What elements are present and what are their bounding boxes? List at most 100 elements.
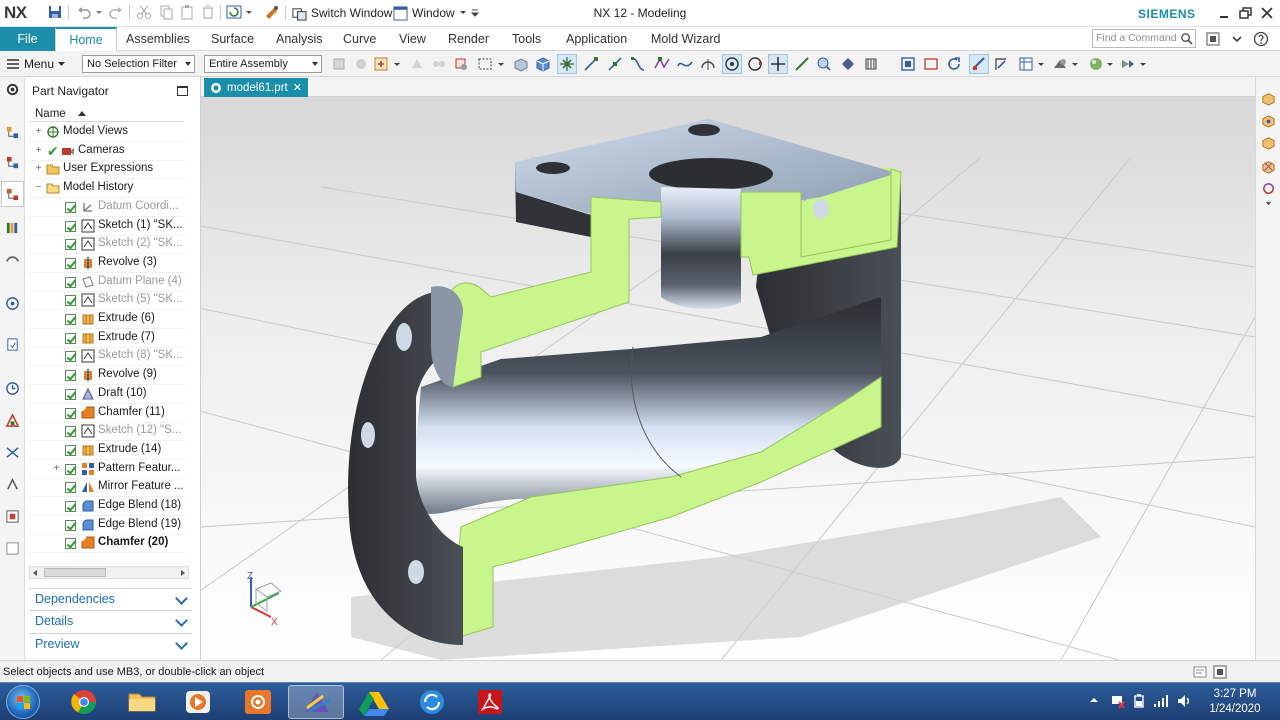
redo-icon[interactable] <box>108 4 124 20</box>
bounded-grid-point-icon[interactable] <box>816 56 832 72</box>
graphics-window[interactable]: Z X <box>201 97 1255 660</box>
orient-view-sidebar-icon[interactable] <box>1261 113 1276 128</box>
taskbar-chrome[interactable] <box>56 685 112 719</box>
assembly-scope-dropdown[interactable]: Entire Assembly <box>204 55 322 73</box>
chevron-down-icon[interactable] <box>1139 56 1147 72</box>
maximize-icon[interactable] <box>177 86 188 96</box>
solid-body-icon[interactable] <box>513 56 529 72</box>
name-column-header[interactable]: Name <box>29 106 184 122</box>
model-canvas[interactable]: Z X <box>201 97 1255 660</box>
tree-node-revolve-9[interactable]: Revolve (9) <box>29 366 185 386</box>
part-navigator-icon[interactable] <box>5 187 20 202</box>
reuse-library-icon[interactable] <box>5 220 20 235</box>
chevron-down-icon[interactable] <box>1071 56 1079 72</box>
selection-priority-icon[interactable] <box>1261 91 1276 106</box>
checkbox[interactable] <box>65 295 76 307</box>
tree-node-mirror-feature[interactable]: Mirror Feature ... <box>29 478 185 498</box>
minimize-icon[interactable] <box>1214 4 1234 22</box>
enable-snap-point-icon[interactable] <box>559 56 575 72</box>
undo-dropdown-icon[interactable] <box>95 4 103 20</box>
assembly-navigator-icon[interactable] <box>5 125 20 140</box>
taskbar-acrobat[interactable] <box>462 685 518 719</box>
quadrant-point-icon[interactable] <box>747 56 763 72</box>
chevron-down-icon[interactable] <box>1106 56 1114 72</box>
rotate-icon[interactable] <box>946 56 962 72</box>
checkbox[interactable] <box>65 482 76 494</box>
render-style-icon[interactable] <box>1052 56 1068 72</box>
roles-icon[interactable] <box>5 509 20 524</box>
touch-mode-icon[interactable] <box>264 4 280 20</box>
control-point-icon[interactable] <box>630 56 646 72</box>
checkbox[interactable] <box>65 220 76 232</box>
scrollbar-thumb[interactable] <box>44 568 106 577</box>
tree-node-sketch-8-sk[interactable]: Sketch (8) "SK... <box>29 347 185 367</box>
tree-node-edge-blend-19[interactable]: Edge Blend (19) <box>29 516 185 535</box>
full-screen-icon[interactable] <box>1213 665 1227 679</box>
history-icon[interactable] <box>5 337 20 352</box>
constraint-navigator-icon[interactable] <box>5 155 20 170</box>
select-edge-icon[interactable] <box>453 56 469 72</box>
network-icon[interactable] <box>1153 693 1169 709</box>
expand-icon[interactable]: + <box>34 127 43 137</box>
cue-line-icon[interactable] <box>1193 665 1207 679</box>
checkbox[interactable] <box>65 463 76 475</box>
checkbox[interactable] <box>65 426 76 438</box>
tree-node-model-views[interactable]: + Model Views <box>29 123 185 142</box>
preview-section[interactable]: Preview <box>29 633 192 654</box>
tree-node-sketch-1-sk[interactable]: Sketch (1) "SK... <box>29 217 185 236</box>
tab-mold-wizard[interactable]: Mold Wizard <box>651 27 720 51</box>
checkbox[interactable] <box>65 538 76 550</box>
scroll-left-icon[interactable] <box>33 570 37 576</box>
taskbar-clock[interactable]: 3:27 PM 1/24/2020 <box>1200 687 1270 717</box>
dependencies-section[interactable]: Dependencies <box>29 588 192 609</box>
end-point-icon[interactable] <box>583 56 599 72</box>
tab-home[interactable]: Home <box>55 27 117 51</box>
close-icon[interactable] <box>1257 4 1277 22</box>
tree-node-revolve-3[interactable]: Revolve (3) <box>29 254 185 273</box>
checkbox[interactable] <box>65 314 76 325</box>
checkbox[interactable] <box>65 407 76 419</box>
redefine-icon[interactable] <box>1261 181 1276 196</box>
close-tab-icon[interactable]: ✕ <box>293 81 302 94</box>
taskbar-media-player[interactable] <box>170 685 226 719</box>
arc-center-icon[interactable] <box>700 56 716 72</box>
select-all-icon[interactable] <box>353 56 369 72</box>
arc-center-point-icon[interactable] <box>724 56 740 72</box>
checkbox[interactable] <box>65 501 76 512</box>
paste-icon[interactable] <box>179 4 195 20</box>
rectangle-select-icon[interactable] <box>477 56 493 72</box>
wcs-orient-icon[interactable] <box>1261 159 1276 174</box>
checkbox[interactable] <box>65 519 76 531</box>
tree-node-pattern-featur[interactable]: + Pattern Featur... <box>29 460 185 479</box>
switch-window-button[interactable]: Switch Window <box>292 4 392 22</box>
select-face-icon[interactable] <box>431 56 447 72</box>
copy-icon[interactable] <box>158 4 174 20</box>
find-command-input[interactable]: Find a Command <box>1092 29 1196 48</box>
checkbox[interactable] <box>65 351 76 363</box>
checkbox[interactable] <box>65 332 76 344</box>
power-icon[interactable] <box>1132 693 1146 709</box>
tree-node-chamfer-11[interactable]: Chamfer (11) <box>29 404 185 423</box>
manufacturing-wizards-icon[interactable] <box>5 477 20 492</box>
tab-surface[interactable]: Surface <box>211 27 254 51</box>
ribbon-options-icon[interactable] <box>1205 31 1221 47</box>
tab-render[interactable]: Render <box>448 27 489 51</box>
cut-icon[interactable] <box>136 4 152 20</box>
tree-node-sketch-5-sk[interactable]: Sketch (5) "SK... <box>29 291 185 311</box>
menu-button[interactable]: Menu <box>6 55 66 73</box>
system-materials-icon[interactable] <box>5 413 20 428</box>
tree-node-cameras[interactable]: + ✔ Cameras <box>29 142 185 161</box>
general-selection-icon[interactable] <box>331 56 347 72</box>
point-on-curve-icon[interactable] <box>677 56 693 72</box>
perspective-icon[interactable] <box>993 56 1009 72</box>
tree-node-draft-10[interactable]: Draft (10) <box>29 385 185 404</box>
tab-analysis[interactable]: Analysis <box>276 27 323 51</box>
clock-icon[interactable] <box>5 381 20 396</box>
help-icon[interactable] <box>1253 31 1269 47</box>
expand-icon[interactable]: + <box>34 145 43 156</box>
details-section[interactable]: Details <box>29 610 192 631</box>
chevron-down-icon[interactable] <box>1037 56 1045 72</box>
orient-view-icon[interactable] <box>1018 56 1034 72</box>
snap-view-icon[interactable] <box>1261 135 1276 150</box>
horizontal-scrollbar[interactable] <box>29 566 189 579</box>
